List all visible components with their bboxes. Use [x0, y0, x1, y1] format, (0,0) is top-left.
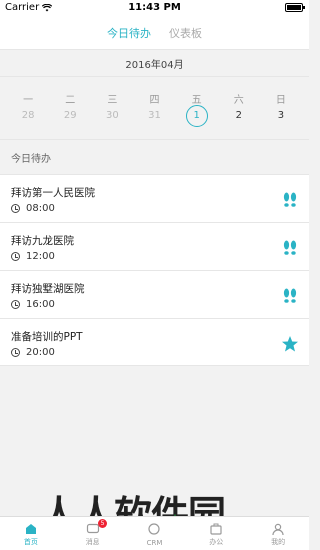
- todo-time: 16:00: [11, 299, 55, 310]
- tab-label: CRM: [146, 539, 163, 547]
- month-label: 2016年04月: [125, 59, 184, 71]
- clock-time: 11:43 PM: [128, 2, 181, 13]
- weekday-label: 一: [23, 95, 34, 106]
- todo-time-label: 20:00: [26, 347, 55, 358]
- todo-time: 20:00: [11, 347, 55, 358]
- tab-crm[interactable]: CRM: [124, 517, 186, 550]
- date-cell[interactable]: 31: [133, 110, 175, 127]
- date-cell[interactable]: 29: [49, 110, 91, 127]
- status-bar: Carrier 11:43 PM: [0, 0, 309, 17]
- todo-title: 拜访第一人民医院: [11, 187, 95, 199]
- todo-title: 拜访独墅湖医院: [11, 283, 85, 295]
- todo-time-label: 12:00: [26, 251, 55, 262]
- tab-label: 办公: [209, 538, 224, 546]
- message-badge: 5: [97, 519, 108, 528]
- bottom-tab-bar: 首页 5 消息 CRM 办公 我的: [0, 516, 309, 550]
- weekday-label: 三: [107, 95, 118, 106]
- todo-time: 12:00: [11, 251, 55, 262]
- date-cell[interactable]: 2: [218, 110, 260, 127]
- footprints-icon[interactable]: [281, 239, 299, 257]
- todo-title: 准备培训的PPT: [11, 331, 83, 343]
- tab-label: 我的: [271, 538, 286, 546]
- todo-time: 08:00: [11, 203, 55, 214]
- top-tabs: 今日待办 仪表板: [0, 17, 309, 49]
- clock-icon: [11, 300, 20, 309]
- todo-item[interactable]: 拜访第一人民医院 08:00: [0, 174, 309, 222]
- todo-time-label: 08:00: [26, 203, 55, 214]
- tab-office[interactable]: 办公: [185, 517, 247, 550]
- clock-icon: [11, 252, 20, 261]
- date-cell[interactable]: 30: [91, 110, 133, 127]
- star-icon[interactable]: [281, 335, 299, 353]
- todo-item[interactable]: 拜访独墅湖医院 16:00: [0, 270, 309, 318]
- footprints-icon[interactable]: [281, 191, 299, 209]
- date-cell[interactable]: 3: [260, 110, 302, 127]
- footprints-icon[interactable]: [281, 287, 299, 305]
- crm-icon: [148, 523, 161, 535]
- tab-home[interactable]: 首页: [0, 517, 62, 550]
- tab-messages[interactable]: 5 消息: [62, 517, 124, 550]
- week-calendar: 一 二 三 四 五 六 日 28 29 30 31 1 2 3: [0, 77, 309, 139]
- tab-dashboard[interactable]: 仪表板: [169, 25, 202, 41]
- tab-label: 首页: [23, 538, 38, 546]
- month-bar[interactable]: 2016年04月: [0, 49, 309, 77]
- home-icon: [25, 524, 36, 534]
- tab-profile[interactable]: 我的: [247, 517, 309, 550]
- todo-item[interactable]: 准备培训的PPT 20:00: [0, 318, 309, 366]
- todo-time-label: 16:00: [26, 299, 55, 310]
- battery-icon: [285, 3, 305, 12]
- todo-item[interactable]: 拜访九龙医院 12:00: [0, 222, 309, 270]
- date-row: 28 29 30 31 1 2 3: [7, 105, 302, 127]
- todo-title: 拜访九龙医院: [11, 235, 74, 247]
- section-title: 今日待办: [11, 153, 51, 165]
- tab-label: 消息: [85, 538, 100, 546]
- tab-today-todo[interactable]: 今日待办: [107, 25, 151, 41]
- todo-list: 拜访第一人民医院 08:00 拜访九龙医院 12:00 拜访独墅湖医院 16:0: [0, 174, 309, 366]
- office-icon: [210, 523, 222, 535]
- clock-icon: [11, 348, 20, 357]
- date-cell[interactable]: 28: [7, 110, 49, 127]
- today-ring: 1: [185, 105, 208, 127]
- weekday-label: 四: [149, 95, 160, 106]
- weekday-label: 五: [191, 95, 202, 106]
- profile-icon: [272, 523, 284, 536]
- weekday-label: 日: [275, 95, 286, 106]
- section-header: 今日待办: [0, 139, 309, 174]
- date-cell-today[interactable]: 1: [176, 105, 218, 127]
- weekday-label: 二: [65, 95, 76, 106]
- weekday-row: 一 二 三 四 五 六 日: [7, 91, 302, 106]
- weekday-label: 六: [233, 95, 244, 106]
- clock-icon: [11, 204, 20, 213]
